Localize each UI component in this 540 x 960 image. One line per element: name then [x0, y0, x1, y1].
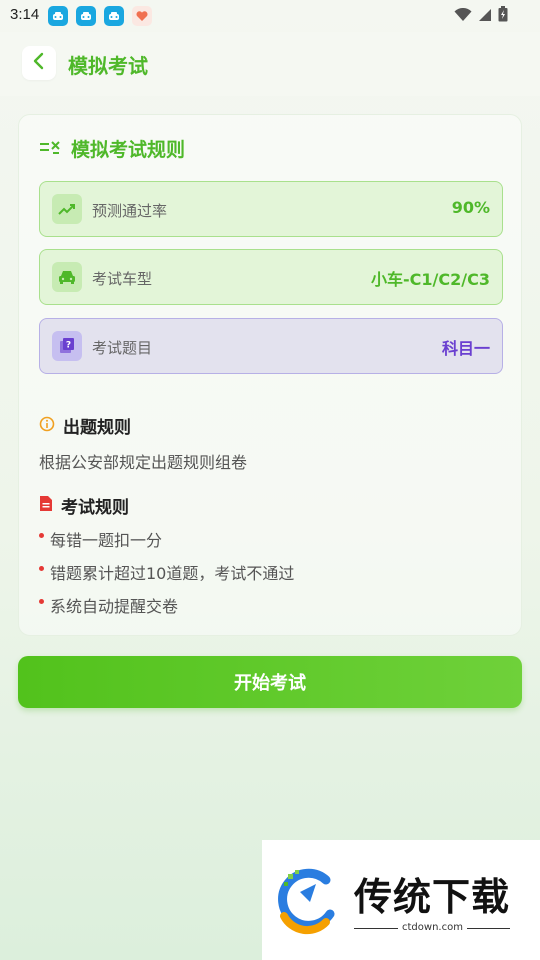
rules-card: 模拟考试规则 预测通过率 90% 考试车型 小车-C1/C2/C3 ? 考试题目…: [18, 114, 522, 636]
page-title: 模拟考试: [68, 54, 148, 78]
card-title: 模拟考试规则: [71, 139, 186, 161]
document-icon: [39, 495, 53, 516]
exam-rule-text: 系统自动提醒交卷: [50, 597, 179, 616]
question-rules-text: 根据公安部规定出题规则组卷: [39, 453, 248, 472]
system-icons: [454, 6, 508, 26]
status-time: 3:14: [10, 6, 40, 23]
question-book-icon: ?: [52, 331, 82, 361]
exam-rule-text: 每错一题扣一分: [50, 531, 163, 550]
car-app-icon: [48, 6, 68, 26]
exam-rules-title: 考试规则: [61, 498, 129, 518]
status-bar: 3:14: [0, 0, 540, 32]
watermark-title: 传统下载: [354, 875, 511, 919]
wifi-icon: [454, 7, 472, 26]
pass-rate-row: 预测通过率 90%: [39, 181, 503, 237]
back-button[interactable]: [22, 46, 56, 80]
card-title-row: 模拟考试规则: [39, 135, 185, 162]
svg-text:?: ?: [66, 341, 71, 351]
heart-app-icon: [132, 6, 152, 26]
chevron-left-icon: [32, 52, 46, 74]
car-app-icon: [76, 6, 96, 26]
exam-subject-row: ? 考试题目 科目一: [39, 318, 503, 374]
watermark-logo-icon: [270, 862, 346, 938]
header: 模拟考试: [0, 32, 540, 96]
battery-icon: [498, 6, 508, 26]
vehicle-type-value: 小车-C1/C2/C3: [371, 270, 490, 289]
info-circle-icon: [39, 416, 55, 436]
watermark: 传统下载 ctdown.com: [262, 840, 540, 960]
exam-subject-value: 科目一: [441, 339, 490, 358]
pass-rate-value: 90%: [451, 198, 490, 217]
trend-up-icon: [52, 194, 82, 224]
exam-rule-item: 每错一题扣一分: [39, 527, 162, 551]
start-exam-button[interactable]: 开始考试: [18, 656, 522, 708]
vehicle-type-label: 考试车型: [92, 270, 153, 288]
bullet-dot: [39, 565, 44, 571]
bullet-dot: [39, 598, 44, 604]
exam-subject-label: 考试题目: [92, 339, 153, 357]
start-exam-label: 开始考试: [234, 673, 306, 694]
question-rules-heading: 出题规则: [39, 413, 131, 438]
exam-rule-item: 错题累计超过10道题，考试不通过: [39, 560, 294, 584]
vehicle-type-row: 考试车型 小车-C1/C2/C3: [39, 249, 503, 305]
pass-rate-label: 预测通过率: [92, 202, 168, 220]
exam-rules-heading: 考试规则: [39, 493, 129, 518]
exam-rule-item: 系统自动提醒交卷: [39, 593, 178, 617]
car-icon: [52, 262, 82, 292]
rules-list-icon: [39, 138, 61, 160]
signal-icon: [478, 7, 492, 26]
question-rules-title: 出题规则: [63, 418, 131, 438]
watermark-subtitle: ctdown.com: [398, 922, 467, 933]
exam-rule-text: 错题累计超过10道题，考试不通过: [50, 564, 295, 583]
bullet-dot: [39, 532, 44, 538]
car-app-icon: [104, 6, 124, 26]
